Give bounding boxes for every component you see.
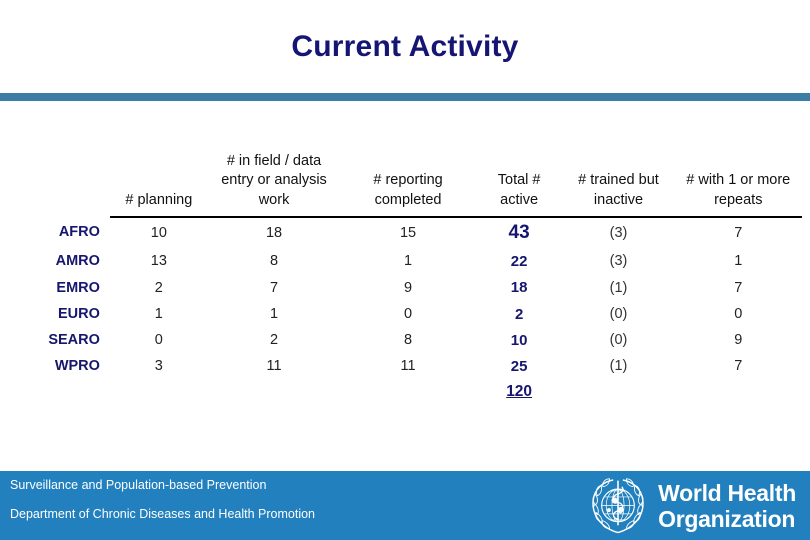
total-row-spacer-5 <box>562 380 674 401</box>
cell-euro-field-entry: 1 <box>269 305 279 322</box>
column-header-reporting: # reporting completed <box>340 152 476 218</box>
row-label-searo: SEARO <box>48 332 100 349</box>
cell-wpro-repeats: 7 <box>734 358 743 375</box>
cell-wpro-total-active: 25 <box>510 358 528 376</box>
footer-line-department: Department of Chronic Diseases and Healt… <box>10 506 316 521</box>
cell-amro-total-active: 22 <box>510 253 528 271</box>
column-header-repeats: # with 1 or more repeats <box>674 152 802 218</box>
column-header-total-active: Total # active <box>475 152 563 218</box>
who-logo: World Health Organization <box>587 477 796 535</box>
cell-searo-repeats: 9 <box>734 332 743 349</box>
cell-emro-planning: 2 <box>154 279 163 296</box>
cell-afro-planning: 10 <box>150 224 167 241</box>
cell-amro-planning: 13 <box>150 253 167 270</box>
footer-line-unit: Surveillance and Population-based Preven… <box>10 478 267 492</box>
cell-searo-trained-inactive: (0) <box>609 332 628 349</box>
table-footer: 120 <box>8 380 802 401</box>
cell-euro-repeats: 0 <box>734 305 743 322</box>
cell-wpro-field-entry: 11 <box>266 358 282 375</box>
row-label-wpro: WPRO <box>54 358 100 375</box>
table-header-row: # planning # in field / data entry or an… <box>8 152 802 218</box>
cell-amro-repeats: 1 <box>734 253 743 270</box>
column-header-corner <box>8 152 110 217</box>
total-row-spacer-1 <box>8 380 110 401</box>
who-wordmark-line1: World Health <box>658 479 796 506</box>
cell-amro-field-entry: 8 <box>269 253 279 270</box>
table-row: AMRO 13 8 1 22 (3) 1 <box>8 249 802 275</box>
cell-euro-planning: 1 <box>154 305 163 322</box>
table-row: WPRO 3 11 11 25 (1) 7 <box>8 354 802 380</box>
row-label-euro: EURO <box>58 305 100 322</box>
table-row: AFRO 10 18 15 43 (3) 7 <box>8 217 802 249</box>
row-label-amro: AMRO <box>55 253 100 270</box>
cell-searo-reporting: 8 <box>404 332 413 349</box>
activity-table-container: # planning # in field / data entry or an… <box>0 152 810 401</box>
who-wordmark-line2: Organization <box>658 505 796 532</box>
total-row-spacer-6 <box>675 380 802 401</box>
row-label-emro: EMRO <box>56 279 100 296</box>
footer-text-block: Surveillance and Population-based Preven… <box>10 479 315 520</box>
cell-amro-reporting: 1 <box>404 253 413 270</box>
grand-total-active: 120 <box>506 382 533 400</box>
cell-searo-total-active: 10 <box>510 331 528 349</box>
cell-emro-reporting: 9 <box>404 279 413 296</box>
cell-afro-trained-inactive: (3) <box>609 224 628 241</box>
table-row: EURO 1 1 0 2 (0) 0 <box>8 301 802 327</box>
column-header-field-entry: # in field / data entry or analysis work <box>207 152 341 218</box>
cell-wpro-planning: 3 <box>154 358 163 375</box>
footer-band: Surveillance and Population-based Preven… <box>0 471 810 540</box>
cell-searo-field-entry: 2 <box>269 332 279 349</box>
cell-amro-trained-inactive: (3) <box>609 253 628 270</box>
table-header: # planning # in field / data entry or an… <box>8 152 802 218</box>
cell-afro-repeats: 7 <box>734 224 743 241</box>
table-row: SEARO 0 2 8 10 (0) 9 <box>8 327 802 353</box>
total-row-spacer-4 <box>340 380 476 401</box>
cell-afro-reporting: 15 <box>399 224 417 241</box>
cell-afro-total-active: 43 <box>508 222 530 244</box>
table-row: EMRO 2 7 9 18 (1) 7 <box>8 275 802 301</box>
cell-searo-planning: 0 <box>154 332 163 349</box>
cell-wpro-trained-inactive: (1) <box>609 358 628 375</box>
table-total-row: 120 <box>8 380 802 401</box>
cell-euro-total-active: 2 <box>514 305 524 323</box>
column-header-planning: # planning <box>109 152 208 218</box>
cell-emro-repeats: 7 <box>734 279 743 296</box>
cell-euro-reporting: 0 <box>404 305 413 322</box>
table-body: AFRO 10 18 15 43 (3) 7 AMRO 13 8 1 22 (3… <box>8 217 802 380</box>
row-label-afro: AFRO <box>58 224 100 241</box>
cell-euro-trained-inactive: (0) <box>609 305 628 322</box>
total-row-spacer-3 <box>208 380 341 401</box>
cell-emro-trained-inactive: (1) <box>609 279 628 296</box>
activity-table: # planning # in field / data entry or an… <box>8 152 802 401</box>
who-wordmark: World Health Organization <box>658 479 796 532</box>
who-emblem-icon <box>592 478 644 534</box>
cell-emro-field-entry: 7 <box>269 279 279 296</box>
column-header-trained-inactive: # trained but inactive <box>562 152 675 218</box>
header-accent-bar <box>0 93 810 101</box>
total-row-spacer-2 <box>110 380 208 401</box>
page-title: Current Activity <box>291 30 519 63</box>
cell-wpro-reporting: 11 <box>400 358 416 375</box>
cell-emro-total-active: 18 <box>510 279 528 297</box>
cell-afro-field-entry: 18 <box>265 224 283 241</box>
